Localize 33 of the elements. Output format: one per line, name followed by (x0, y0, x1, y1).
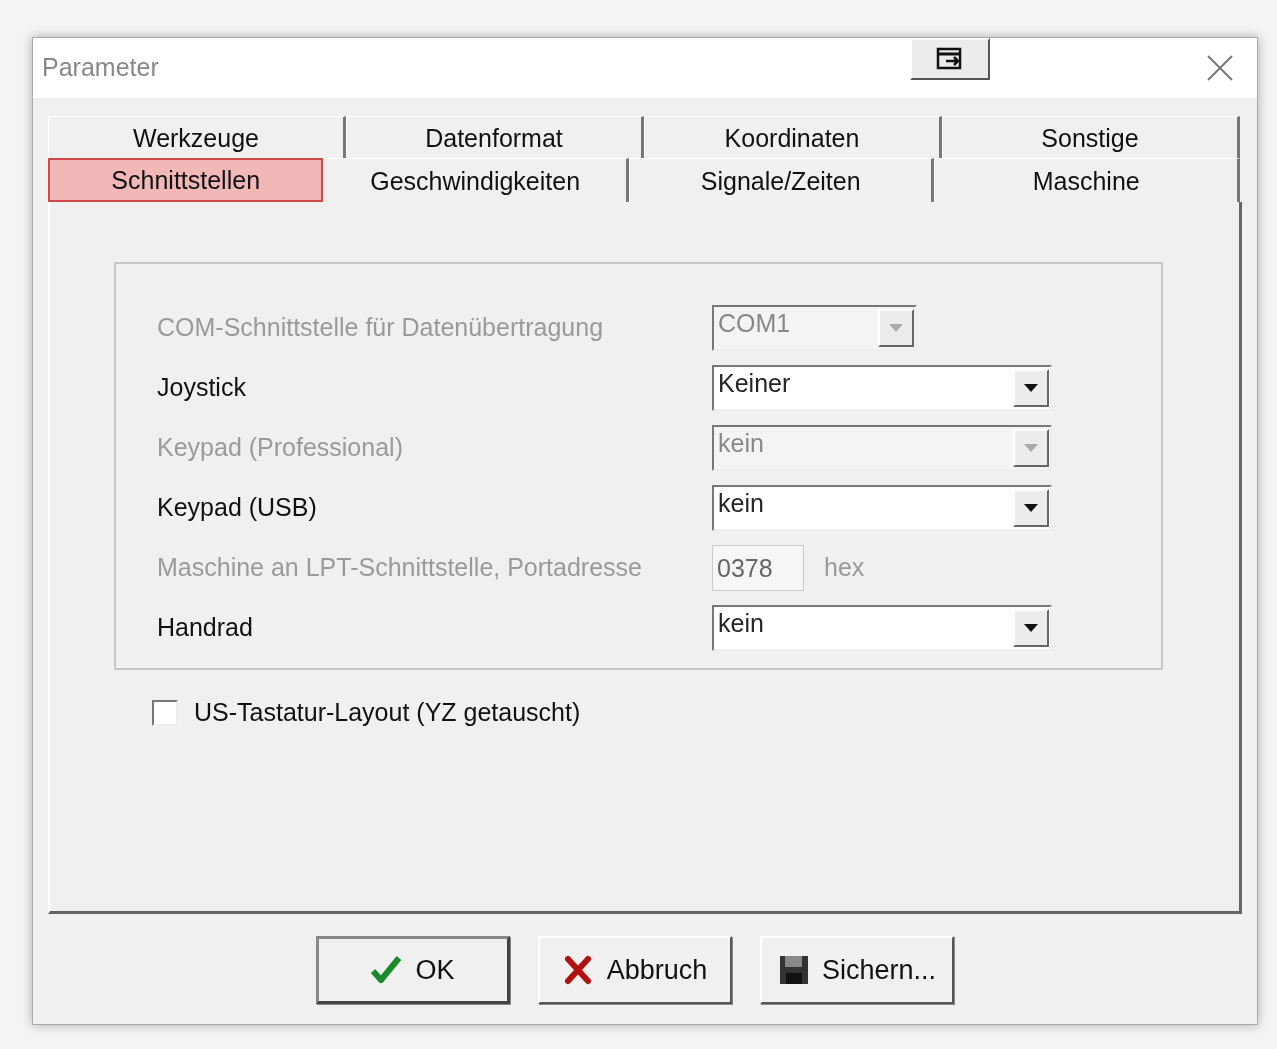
save-button[interactable]: Sichern... (760, 936, 954, 1004)
dropdown-arrow-icon (1024, 444, 1038, 452)
tab[interactable]: Sonstige (942, 116, 1240, 158)
field-label: Joystick (157, 372, 247, 404)
window-icon (936, 47, 964, 71)
field-label: COM-Schnittstelle für Datenübertragung (157, 312, 605, 344)
window-title: Parameter (42, 52, 159, 84)
close-icon[interactable] (1205, 53, 1235, 83)
tab[interactable]: Schnittstellen (48, 158, 324, 202)
tab[interactable]: Koordinaten (644, 116, 942, 158)
field-label: Keypad (Professional) (157, 432, 404, 464)
field-label: Maschine an LPT-Schnittstelle, Portadresse (157, 552, 643, 584)
tab[interactable]: Datenformat (346, 116, 644, 158)
unit-label: hex (824, 552, 865, 584)
cancel-button[interactable]: Abbruch (538, 936, 732, 1004)
tab[interactable]: Signale/Zeiten (628, 158, 935, 202)
tab[interactable]: Geschwindigkeiten (323, 158, 629, 202)
tab[interactable]: Werkzeuge (48, 116, 346, 158)
dropdown-arrow-icon (1024, 624, 1038, 632)
checkbox-label: US-Tastatur-Layout (YZ getauscht) (194, 697, 581, 728)
dropdown[interactable]: kein (712, 605, 1052, 651)
check-icon (371, 954, 404, 986)
window-button[interactable] (910, 38, 990, 80)
ok-button[interactable]: OK (316, 936, 510, 1004)
checkbox[interactable] (152, 699, 178, 726)
dropdown-arrow-icon (1024, 384, 1038, 392)
dropdown[interactable]: Keiner (712, 365, 1052, 411)
field-label: Handrad (157, 612, 254, 644)
dropdown-arrow-icon (889, 324, 903, 332)
dropdown[interactable]: kein (712, 485, 1052, 531)
field-label: Keypad (USB) (157, 492, 318, 524)
dropdown-arrow-icon (1024, 504, 1038, 512)
tab[interactable]: Maschine (934, 158, 1240, 202)
